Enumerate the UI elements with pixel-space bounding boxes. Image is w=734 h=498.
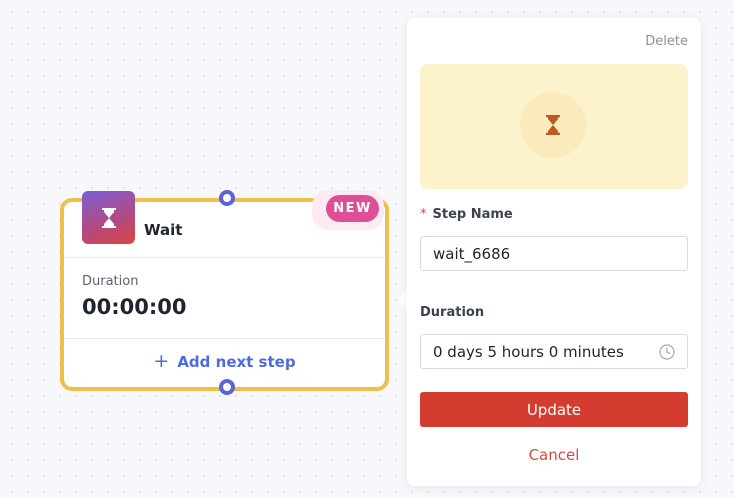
output-connector-handle[interactable] (219, 379, 235, 395)
clock-icon (659, 344, 675, 364)
step-settings-panel: Delete * Step Name wait_6686 Duration 0 d… (407, 18, 701, 486)
divider (64, 338, 385, 339)
step-name-label: * Step Name (420, 207, 513, 222)
required-marker: * (420, 207, 427, 222)
hourglass-icon (520, 92, 586, 158)
new-badge: NEW (326, 195, 379, 222)
step-name-input[interactable]: wait_6686 (420, 236, 688, 271)
node-title: Wait (144, 221, 183, 239)
delete-button[interactable]: Delete (645, 34, 688, 49)
step-name-label-text: Step Name (432, 207, 513, 222)
add-next-step-button[interactable]: + Add next step (64, 352, 385, 371)
update-button[interactable]: Update (420, 392, 688, 427)
cancel-button[interactable]: Cancel (420, 446, 688, 464)
step-hero-banner (420, 64, 688, 189)
plus-icon: + (153, 350, 170, 372)
add-next-step-label: Add next step (177, 352, 296, 371)
duration-label: Duration (82, 274, 139, 289)
hourglass-icon (82, 191, 135, 244)
duration-field-label: Duration (420, 305, 485, 320)
divider (64, 257, 385, 258)
duration-input[interactable]: 0 days 5 hours 0 minutes (420, 334, 688, 369)
input-connector-handle[interactable] (219, 190, 235, 206)
step-name-value: wait_6686 (433, 244, 511, 263)
duration-input-value: 0 days 5 hours 0 minutes (433, 342, 624, 361)
wait-node-card[interactable]: Wait NEW Duration 00:00:00 + Add next st… (60, 190, 389, 395)
duration-value: 00:00:00 (82, 295, 187, 319)
